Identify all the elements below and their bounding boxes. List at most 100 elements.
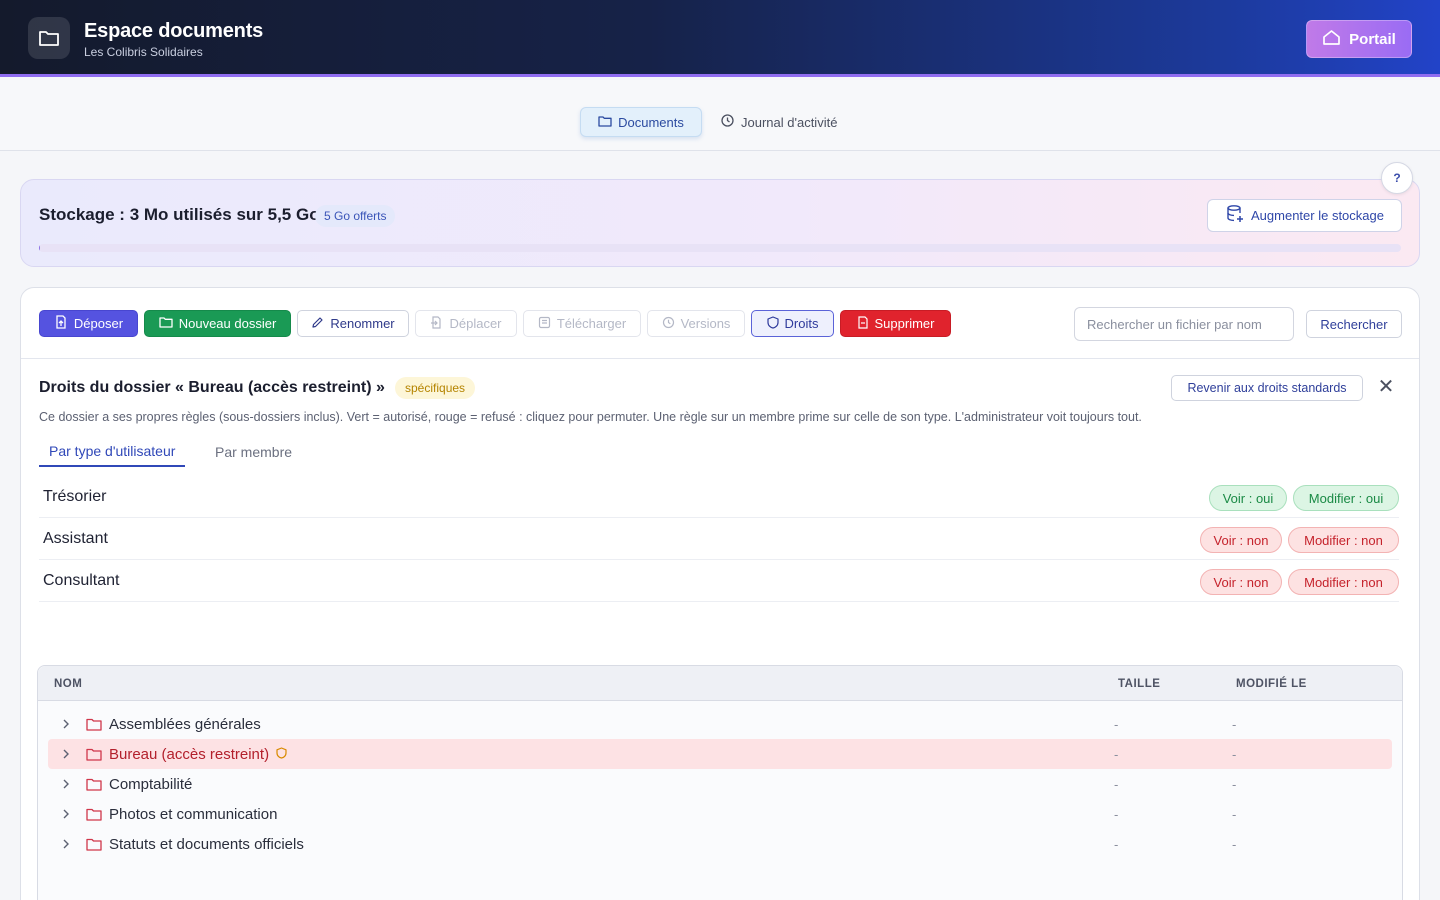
delete-label: Supprimer [874,316,935,331]
file-name: Comptabilité [109,769,192,799]
download-label: Télécharger [556,316,627,331]
search-button[interactable]: Rechercher [1306,310,1402,338]
table-row[interactable]: Statuts et documents officiels - - [48,829,1392,859]
folder-icon [86,709,102,739]
table-row[interactable]: Bureau (accès restreint) - - [48,739,1392,769]
increase-storage-label: Augmenter le stockage [1251,208,1384,223]
folder-icon [159,316,173,331]
versions-button[interactable]: Versions [647,310,745,337]
folder-icon [86,799,102,829]
move-button[interactable]: Déplacer [415,310,517,337]
chevron-right-icon[interactable] [62,799,70,829]
versions-label: Versions [680,316,731,331]
view-permission-toggle[interactable]: Voir : non [1200,569,1282,595]
role-row: Trésorier Voir : oui Modifier : oui [39,476,1399,518]
new-folder-button[interactable]: Nouveau dossier [144,310,291,337]
increase-storage-button[interactable]: Augmenter le stockage [1207,199,1402,232]
file-name: Assemblées générales [109,709,261,739]
file-size: - [1114,836,1119,852]
tab-bar: Documents Journal d'activité [0,80,1440,151]
close-icon[interactable]: ✕ [1376,374,1396,398]
file-name-text: Photos et communication [109,805,278,823]
chevron-right-icon[interactable] [62,709,70,739]
file-modified: - [1232,716,1237,732]
folder-icon [598,115,612,130]
file-modified: - [1232,836,1237,852]
download-button[interactable]: Télécharger [523,310,641,337]
upload-label: Déposer [73,316,124,331]
file-table: NOM TAILLE MODIFIÉ LE Assemblées général… [37,665,1403,900]
edit-permission-toggle[interactable]: Modifier : non [1288,527,1399,553]
new-folder-label: Nouveau dossier [178,316,277,331]
database-plus-icon [1225,204,1245,227]
file-size: - [1114,776,1119,792]
rename-button[interactable]: Renommer [297,310,409,337]
storage-card: Stockage : 3 Mo utilisés sur 5,5 Go 5 Go… [20,179,1420,267]
upload-icon [54,315,68,332]
app-subtitle: Les Colibris Solidaires [84,45,203,59]
storage-progress-fill [39,244,40,252]
role-name: Assistant [43,530,108,547]
table-row[interactable]: Comptabilité - - [48,769,1392,799]
portal-button-label: Portail [1349,30,1396,48]
rights-label: Droits [784,316,819,331]
revert-rights-button[interactable]: Revenir aux droits standards [1171,375,1363,401]
history-icon [662,316,675,332]
folder-icon [86,829,102,859]
rights-description: Ce dossier a ses propres règles (sous-do… [39,410,1142,424]
move-label: Déplacer [449,316,502,331]
table-row[interactable]: Photos et communication - - [48,799,1392,829]
edit-permission-toggle[interactable]: Modifier : non [1288,569,1399,595]
search-input[interactable] [1074,307,1294,341]
file-name-text: Comptabilité [109,775,193,793]
file-modified: - [1232,806,1237,822]
view-permission-toggle[interactable]: Voir : oui [1209,485,1287,511]
history-icon [720,113,735,131]
rights-title: Droits du dossier « Bureau (accès restre… [39,379,385,396]
portal-button[interactable]: Portail [1306,20,1412,58]
column-size-header[interactable]: TAILLE [1118,666,1160,701]
rename-label: Renommer [330,316,395,331]
tab-by-member[interactable]: Par membre [215,437,292,467]
storage-badge: 5 Go offerts [315,205,396,227]
chevron-right-icon[interactable] [62,829,70,859]
documents-panel: Déposer Nouveau dossier Renommer Déplace… [20,287,1420,900]
file-name-text: Statuts et documents officiels [109,835,304,853]
rights-status-badge: spécifiques [395,377,476,399]
upload-button[interactable]: Déposer [39,310,138,337]
role-name: Trésorier [43,488,107,505]
app-title: Espace documents [84,20,264,42]
file-name-text: Bureau (accès restreint) [109,745,270,763]
tab-activity-log[interactable]: Journal d'activité [720,107,837,137]
folder-icon [86,769,102,799]
shield-icon [766,315,779,332]
shield-icon [276,746,287,763]
file-modified: - [1232,776,1237,792]
chevron-right-icon[interactable] [62,739,70,769]
table-header: NOM TAILLE MODIFIÉ LE [38,666,1402,701]
home-icon [1322,29,1341,50]
file-size: - [1114,806,1119,822]
column-modified-header[interactable]: MODIFIÉ LE [1236,666,1307,701]
view-permission-toggle[interactable]: Voir : non [1200,527,1282,553]
tab-documents-label: Documents [618,114,684,130]
rights-button[interactable]: Droits [751,310,834,337]
file-name: Bureau (accès restreint) [109,739,287,769]
chevron-right-icon[interactable] [62,769,70,799]
column-name-header[interactable]: NOM [54,666,82,701]
role-row: Consultant Voir : non Modifier : non [39,560,1399,602]
tab-by-user-type[interactable]: Par type d'utilisateur [39,437,186,467]
file-size: - [1114,746,1119,762]
table-row[interactable]: Assemblées générales - - [48,709,1392,739]
download-icon [538,316,551,332]
toolbar: Déposer Nouveau dossier Renommer Déplace… [21,288,1419,359]
folder-icon [28,17,70,59]
role-name: Consultant [43,572,120,589]
file-name: Photos et communication [109,799,277,829]
tab-documents[interactable]: Documents [580,107,702,137]
trash-icon [857,315,869,332]
delete-button[interactable]: Supprimer [840,310,951,337]
help-button[interactable]: ? [1381,162,1413,194]
edit-permission-toggle[interactable]: Modifier : oui [1293,485,1399,511]
role-row: Assistant Voir : non Modifier : non [39,518,1399,560]
